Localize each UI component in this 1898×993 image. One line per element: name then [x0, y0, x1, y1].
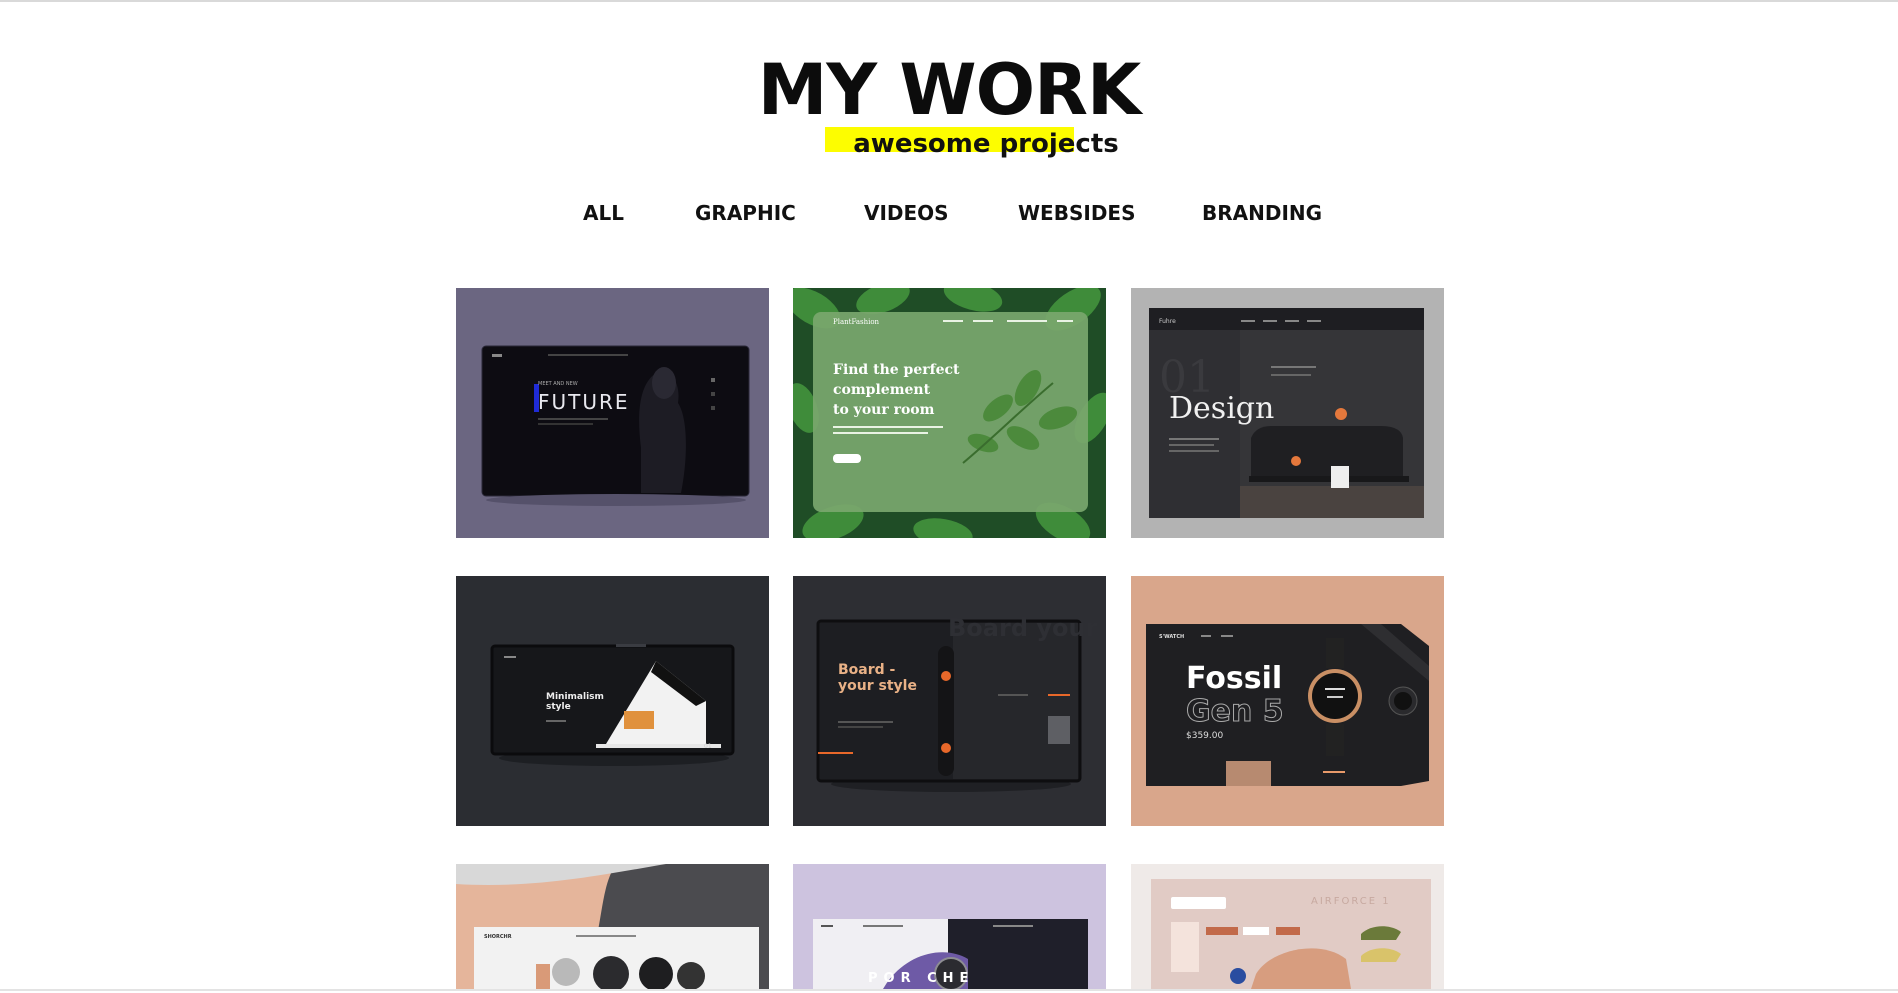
svg-text:POR CHE: POR CHE	[868, 971, 974, 986]
project-image: Board your style Board - your style	[793, 576, 1106, 826]
bottom-border	[0, 989, 1898, 991]
svg-text:S'WATCH: S'WATCH	[1159, 634, 1184, 640]
filter-all[interactable]: ALL	[583, 198, 624, 228]
project-card-fossil[interactable]: S'WATCH Fossil Gen 5 $359.00	[1131, 576, 1444, 826]
project-card-porsche[interactable]: POR CHE	[793, 864, 1106, 989]
filter-videos[interactable]: VIDEOS	[864, 198, 949, 228]
svg-text:Board your style: Board your style	[948, 614, 1106, 642]
project-image: S'WATCH Fossil Gen 5 $359.00	[1131, 576, 1444, 826]
filter-websides[interactable]: WEBSIDES	[1018, 198, 1135, 228]
svg-text:01: 01	[704, 743, 712, 750]
project-card-plant[interactable]: PlantFashion Find the perfect complement…	[793, 288, 1106, 538]
svg-text:MEET AND NEW: MEET AND NEW	[538, 381, 578, 387]
svg-text:SHORCHR: SHORCHR	[484, 934, 512, 940]
project-image: Fuhre 01 Design	[1131, 288, 1444, 538]
svg-text:style: style	[546, 702, 571, 712]
project-image: POR CHE	[793, 864, 1106, 989]
project-image: FUTURE MEET AND NEW	[456, 288, 769, 538]
project-card-board[interactable]: Board your style Board - your style	[793, 576, 1106, 826]
project-image: AIRFORCE 1	[1131, 864, 1444, 989]
svg-text:Gen 5: Gen 5	[1186, 694, 1284, 729]
page-title: MY WORK	[757, 49, 1142, 131]
page-subtitle: awesome projects	[853, 129, 1119, 159]
project-image: SHORCHR	[456, 864, 769, 989]
project-image: PlantFashion Find the perfect complement…	[793, 288, 1106, 538]
project-card-future[interactable]: FUTURE MEET AND NEW	[456, 288, 769, 538]
svg-text:to your room: to your room	[833, 402, 935, 418]
svg-text:AIRFORCE 1: AIRFORCE 1	[1311, 896, 1391, 907]
svg-text:PlantFashion: PlantFashion	[833, 318, 880, 326]
svg-text:Fuhre: Fuhre	[1159, 318, 1176, 325]
top-border	[0, 0, 1898, 2]
future-text: FUTURE	[538, 390, 630, 414]
project-card-airforce[interactable]: AIRFORCE 1	[1131, 864, 1444, 989]
filter-nav: ALL GRAPHIC VIDEOS WEBSIDES BRANDING	[0, 198, 1898, 228]
project-card-watch-store[interactable]: SHORCHR	[456, 864, 769, 989]
svg-text:Minimalism: Minimalism	[546, 692, 604, 702]
svg-text:Board -: Board -	[838, 662, 896, 678]
project-card-minimalism[interactable]: Minimalism style 01	[456, 576, 769, 826]
project-image: Minimalism style 01	[456, 576, 769, 826]
svg-text:complement: complement	[833, 382, 931, 398]
filter-branding[interactable]: BRANDING	[1202, 198, 1322, 228]
svg-text:$359.00: $359.00	[1186, 731, 1223, 741]
svg-text:Design: Design	[1169, 391, 1274, 426]
svg-text:Fossil: Fossil	[1186, 661, 1282, 696]
project-card-design[interactable]: Fuhre 01 Design	[1131, 288, 1444, 538]
filter-graphic[interactable]: GRAPHIC	[695, 198, 796, 228]
svg-text:your style: your style	[838, 678, 917, 694]
svg-text:Find the perfect: Find the perfect	[833, 362, 960, 378]
